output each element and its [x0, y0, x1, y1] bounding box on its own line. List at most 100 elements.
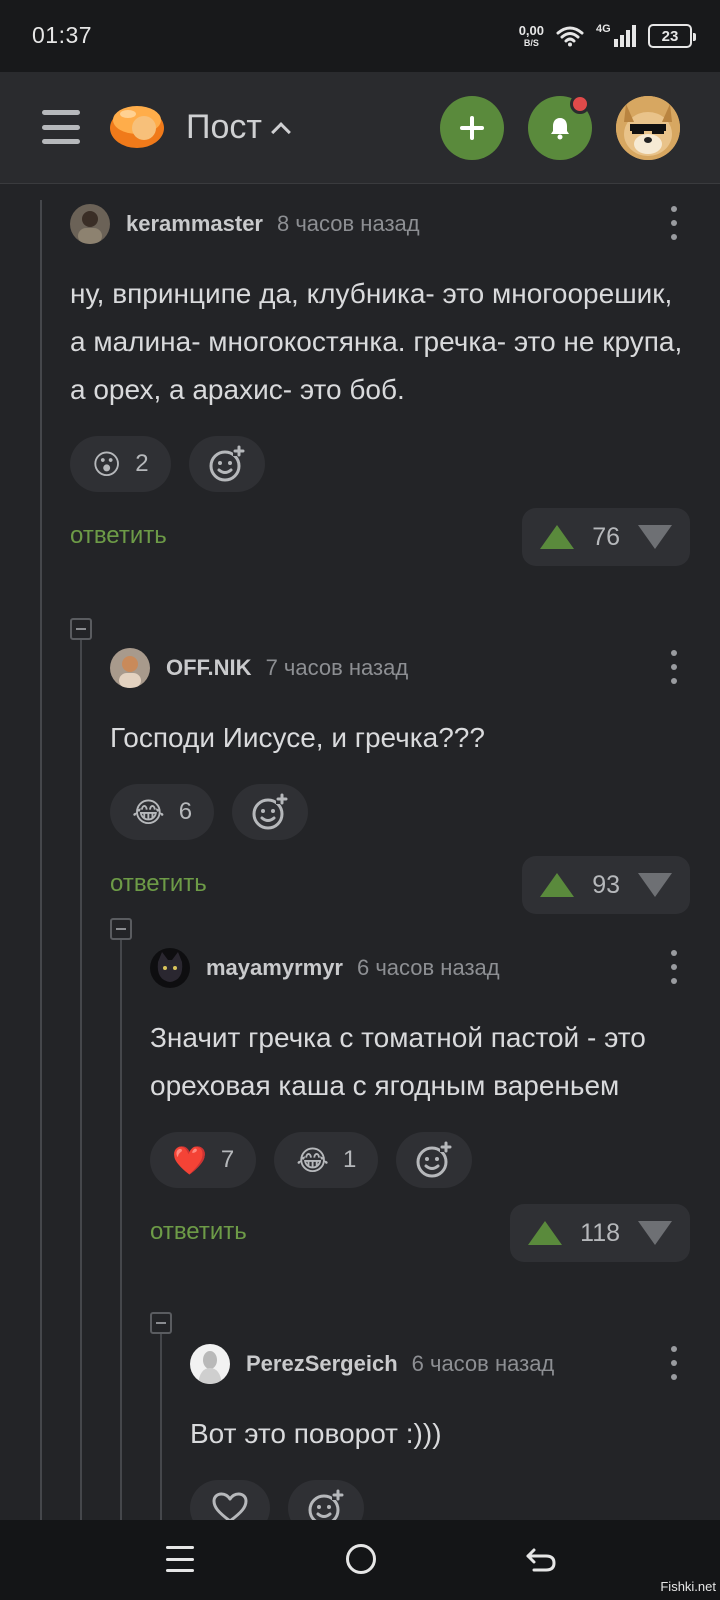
cell-signal-icon: 4G: [596, 23, 636, 47]
comment-time: 7 часов назад: [265, 655, 409, 680]
downvote-icon[interactable]: [638, 1221, 672, 1245]
collapse-thread-button[interactable]: [150, 1312, 172, 1334]
laughing-emoji-icon: 😂: [296, 1144, 329, 1176]
thread-line: [40, 200, 42, 1520]
comment: kerammaster 8 часов назад ну, впринципе …: [70, 202, 690, 566]
status-bar: 01:37 0,00 B/S 4G 23: [0, 0, 720, 72]
person-avatar-icon: [70, 204, 110, 244]
rating-value: 118: [580, 1218, 620, 1247]
network-type: 4G: [596, 23, 611, 35]
downvote-icon[interactable]: [638, 525, 672, 549]
thread-line: [80, 640, 82, 1520]
reaction-button[interactable]: 😂 6: [110, 784, 215, 840]
notifications-button[interactable]: [528, 94, 592, 160]
wifi-icon: [556, 26, 584, 47]
reaction-count: 7: [220, 1146, 235, 1173]
comment-time: 6 часов назад: [411, 1351, 555, 1376]
comment-header: kerammaster 8 часов назад: [70, 202, 690, 246]
plus-icon: [460, 116, 484, 140]
comment: mayamyrmyr 6 часов назад Значит гречка с…: [150, 946, 690, 1262]
watermark: Fishki.net: [660, 1579, 716, 1594]
comment: OFF.NIK 7 часов назад Господи Иисусе, и …: [110, 646, 690, 914]
more-options-icon[interactable]: [670, 950, 678, 984]
user-avatar[interactable]: [616, 96, 680, 160]
notification-badge: [570, 94, 590, 114]
avatar[interactable]: [190, 1344, 230, 1384]
back-icon[interactable]: [524, 1542, 558, 1576]
doge-avatar: [616, 96, 680, 160]
comment-header: mayamyrmyr 6 часов назад: [150, 946, 690, 990]
collapse-thread-button[interactable]: [110, 918, 132, 940]
upvote-icon[interactable]: [540, 525, 575, 549]
page-title-dropdown[interactable]: Пост: [186, 108, 291, 147]
more-options-icon[interactable]: [670, 206, 678, 240]
comment-text: ну, впринципе да, клубника- это многооре…: [70, 278, 683, 405]
network-speed-value: 0,00: [518, 23, 544, 38]
comment-author[interactable]: OFF.NIK: [166, 655, 252, 681]
person-avatar-icon: [110, 648, 150, 688]
avatar[interactable]: [150, 948, 190, 988]
recent-apps-icon[interactable]: [166, 1546, 194, 1572]
comment-time: 8 часов назад: [276, 211, 420, 236]
comment-author[interactable]: mayamyrmyr: [206, 955, 343, 981]
reactions: 😂 6: [110, 784, 690, 840]
add-post-button[interactable]: [440, 96, 504, 160]
avatar[interactable]: [110, 648, 150, 688]
reply-link[interactable]: ответить: [70, 522, 167, 550]
downvote-icon[interactable]: [638, 873, 672, 897]
thread-line: [120, 934, 122, 1520]
comment-footer: ответить 76: [70, 508, 690, 566]
add-reaction-button[interactable]: [396, 1132, 473, 1188]
status-icons: 0,00 B/S 4G 23: [519, 20, 696, 52]
clock: 01:37: [32, 22, 93, 48]
rating-control: 76: [522, 508, 690, 566]
pikabu-logo[interactable]: [108, 98, 166, 150]
upvote-icon[interactable]: [540, 873, 575, 897]
comment-header: OFF.NIK 7 часов назад: [110, 646, 690, 690]
hamburger-icon[interactable]: [42, 110, 80, 144]
avatar[interactable]: [70, 204, 110, 244]
battery-level: 23: [661, 27, 679, 45]
home-icon[interactable]: [346, 1544, 376, 1574]
reply-link[interactable]: ответить: [110, 870, 207, 898]
rating-value: 76: [592, 522, 620, 551]
comment-author[interactable]: kerammaster: [126, 211, 263, 237]
battery-icon: 23: [648, 24, 696, 48]
add-reaction-icon: [252, 793, 289, 830]
reaction-count: 2: [135, 450, 149, 477]
heart-emoji-icon: ❤️: [172, 1144, 207, 1176]
collapse-thread-button[interactable]: [70, 618, 92, 640]
reaction-button[interactable]: ❤️ 7: [150, 1132, 257, 1188]
rating-control: 118: [510, 1204, 690, 1262]
upvote-icon[interactable]: [528, 1221, 563, 1245]
chevron-up-icon: [271, 121, 291, 142]
rating-control: 93: [522, 856, 690, 914]
reaction-button[interactable]: 😂 1: [274, 1132, 379, 1188]
reactions: ❤️ 7 😂 1: [150, 1132, 690, 1188]
bell-icon: [551, 118, 569, 140]
system-navigation-bar: Fishki.net: [0, 1520, 720, 1600]
reply-link[interactable]: ответить: [150, 1218, 247, 1246]
app-header: Пост: [0, 72, 720, 184]
reaction-button[interactable]: 😮 2: [70, 436, 171, 492]
rating-value: 93: [592, 870, 620, 899]
network-speed: 0,00 B/S: [519, 24, 544, 48]
add-reaction-button[interactable]: [232, 784, 309, 840]
laughing-emoji-icon: 😂: [132, 796, 165, 828]
comment-text: Вот это поворот :))): [190, 1418, 442, 1449]
more-options-icon[interactable]: [670, 1346, 678, 1380]
comment-footer: ответить 118: [150, 1204, 690, 1262]
reactions: 😮 2: [70, 436, 690, 492]
cat-avatar-icon: [150, 948, 190, 988]
reaction-count: 1: [342, 1146, 357, 1173]
add-reaction-icon: [416, 1141, 453, 1178]
comment-author[interactable]: PerezSergeich: [246, 1351, 398, 1377]
more-options-icon[interactable]: [670, 650, 678, 684]
comment-header: PerezSergeich 6 часов назад: [190, 1342, 690, 1386]
comment-time: 6 часов назад: [356, 955, 500, 980]
add-reaction-button[interactable]: [188, 436, 265, 492]
comment-text: Господи Иисусе, и гречка???: [110, 722, 485, 753]
comment: PerezSergeich 6 часов назад Вот это пово…: [190, 1342, 690, 1536]
shocked-emoji-icon: 😮: [92, 448, 122, 480]
page-title: Пост: [186, 108, 262, 146]
